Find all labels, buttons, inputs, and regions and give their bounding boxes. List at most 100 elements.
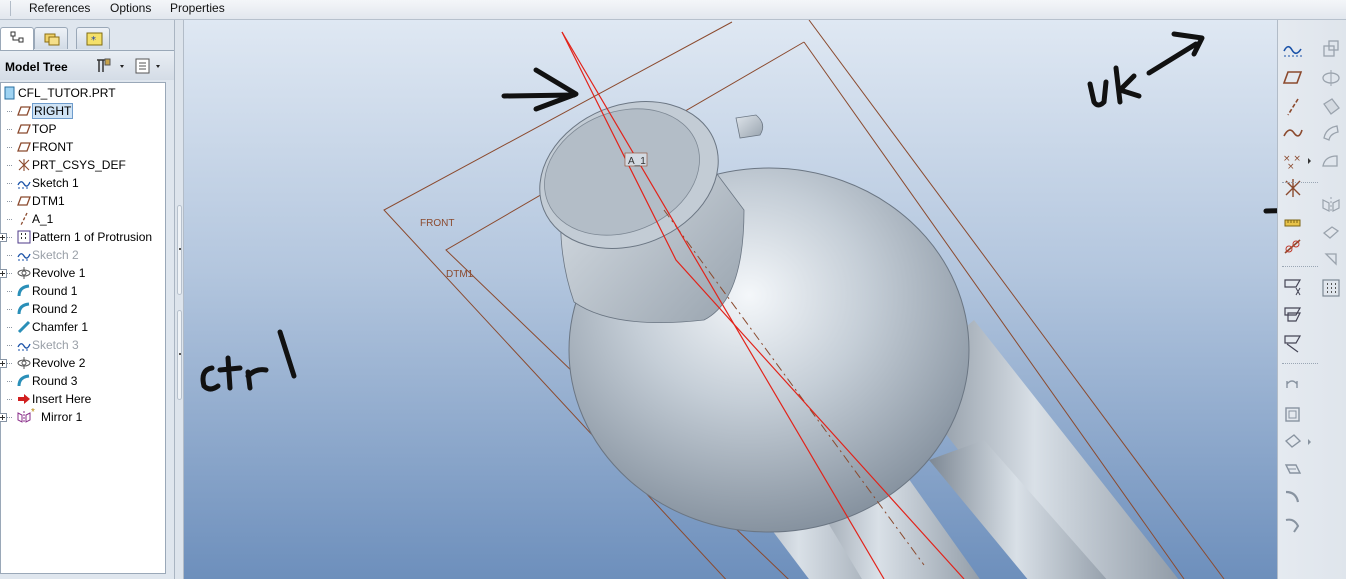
menu-references[interactable]: References <box>23 0 96 18</box>
revolve-tool-button[interactable] <box>1320 67 1342 89</box>
hand-note-ctrl <box>200 329 297 392</box>
boundary-button[interactable] <box>1320 221 1342 243</box>
copy-paste-icon <box>1284 279 1302 296</box>
menu-options[interactable]: Options <box>104 0 157 18</box>
datum-axis-tool-button[interactable] <box>1282 96 1304 118</box>
tree-connector <box>7 147 12 148</box>
trim-button[interactable] <box>1282 332 1304 354</box>
tree-item-revolve-2[interactable]: Revolve 2 <box>0 354 165 372</box>
tree-connector <box>7 237 12 238</box>
graphics-window[interactable]: FRONT DTM1 A_1 <box>184 20 1277 579</box>
tab-folder-browser[interactable] <box>34 27 68 49</box>
shell-icon <box>1323 125 1339 141</box>
tree-settings-icon <box>97 58 124 72</box>
splitter-grip[interactable] <box>177 310 182 400</box>
tree-item-prt-csys-def[interactable]: PRT_CSYS_DEF <box>1 156 165 174</box>
tree-item-dtm1[interactable]: DTM1 <box>1 192 165 210</box>
tree-item-round-1[interactable]: Round 1 <box>1 282 165 300</box>
feature-toolbar: × × × <box>1277 20 1346 579</box>
datum-plane-tool-button[interactable] <box>1282 67 1304 89</box>
offset-button[interactable] <box>1282 459 1304 481</box>
tree-item-sketch-2[interactable]: Sketch 2 <box>1 246 165 264</box>
chamfer-icon <box>17 320 31 334</box>
shell-button[interactable] <box>1320 122 1342 144</box>
axis-a1-label[interactable]: A_1 <box>628 156 646 167</box>
tree-item-chamfer-1[interactable]: Chamfer 1 <box>1 318 165 336</box>
extend-button[interactable] <box>1282 376 1304 398</box>
tree-item-round-3[interactable]: Round 3 <box>1 372 165 390</box>
dtm1-datum-label[interactable]: DTM1 <box>446 269 474 280</box>
copy-paste-button[interactable] <box>1282 276 1304 298</box>
tree-item-sketch-3[interactable]: Sketch 3 <box>1 336 165 354</box>
tree-item-top[interactable]: TOP <box>1 120 165 138</box>
tree-item-label: A_1 <box>32 212 54 226</box>
merge-button[interactable] <box>1282 304 1304 326</box>
hole-button[interactable] <box>1320 38 1342 60</box>
pattern-icon <box>17 230 31 244</box>
pattern-tool-button[interactable] <box>1320 277 1342 299</box>
menu-separator <box>10 1 11 16</box>
tree-item-a-1[interactable]: A_1 <box>1 210 165 228</box>
datum-plane-icon <box>17 122 31 136</box>
dashboard-menu-bar: References Options Properties <box>0 0 1346 20</box>
tree-item-pattern-1-of-protrusion[interactable]: Pattern 1 of Protrusion <box>0 228 165 246</box>
sketch-tool-button[interactable] <box>1282 38 1304 60</box>
tab-model-tree[interactable] <box>0 27 34 50</box>
tree-item-label: RIGHT <box>32 103 74 119</box>
nozzle[interactable] <box>735 114 764 139</box>
hole-icon <box>1323 40 1339 57</box>
tree-item-right[interactable]: RIGHT <box>1 102 165 120</box>
tree-item-front[interactable]: FRONT <box>1 138 165 156</box>
analysis-tool-button[interactable] <box>1282 208 1304 230</box>
part-icon <box>3 86 17 100</box>
thicken-button[interactable] <box>1282 486 1304 508</box>
expand-toggle-icon[interactable] <box>0 359 7 368</box>
model-view[interactable]: FRONT DTM1 A_1 <box>184 20 1277 579</box>
mirror-feature-button[interactable] <box>1320 194 1342 216</box>
navigator-splitter[interactable] <box>175 20 184 579</box>
insert-arrow-icon <box>17 392 31 406</box>
sketch-tool-icon <box>1283 45 1302 57</box>
tree-item-round-2[interactable]: Round 2 <box>1 300 165 318</box>
splitter-grip[interactable] <box>177 205 182 295</box>
tree-item-revolve-1[interactable]: Revolve 1 <box>0 264 165 282</box>
draft-button[interactable] <box>1282 514 1304 536</box>
folder-browser-icon <box>44 33 60 46</box>
rib-button[interactable] <box>1320 96 1342 118</box>
tree-connector <box>7 363 12 364</box>
tree-connector <box>7 327 12 328</box>
mirror-feature-icon <box>1322 197 1340 213</box>
sweep-button[interactable] <box>1320 150 1342 172</box>
expand-toggle-icon[interactable] <box>0 413 7 422</box>
front-datum-label[interactable]: FRONT <box>420 218 454 229</box>
expand-toggle-icon[interactable] <box>0 269 7 278</box>
csys-tool-button[interactable] <box>1282 177 1304 199</box>
datum-point-tool-button[interactable]: × × × <box>1282 150 1311 172</box>
tree-item-label: CFL_TUTOR.PRT <box>18 86 116 100</box>
sketch-icon <box>17 248 31 262</box>
toolbar-separator <box>1282 182 1318 183</box>
tree-item-sketch-1[interactable]: Sketch 1 <box>1 174 165 192</box>
tree-connector <box>7 345 12 346</box>
tree-item-label: Insert Here <box>32 392 92 406</box>
tree-connector <box>7 273 12 274</box>
tree-connector <box>7 201 12 202</box>
tree-item-insert-here[interactable]: Insert Here <box>1 390 165 408</box>
draft-feature-button[interactable] <box>1320 248 1342 270</box>
extend-icon <box>1286 380 1298 388</box>
datum-curve-tool-button[interactable] <box>1282 122 1304 144</box>
mirror-tool-button[interactable] <box>1282 404 1304 426</box>
datum-coordinate-button[interactable] <box>1282 236 1304 258</box>
solidify-button[interactable] <box>1282 431 1311 453</box>
tree-item-label: Sketch 3 <box>32 338 79 352</box>
expand-toggle-icon[interactable] <box>0 233 7 242</box>
tab-favorites[interactable]: * <box>76 27 110 49</box>
menu-properties[interactable]: Properties <box>164 0 231 18</box>
tree-item-mirror-1[interactable]: * Mirror 1 <box>0 407 165 426</box>
tree-item-cfl-tutor-prt[interactable]: CFL_TUTOR.PRT <box>1 84 165 102</box>
tree-settings-button[interactable] <box>94 56 126 76</box>
show-menu-button[interactable] <box>134 56 166 76</box>
hand-note-ok <box>1087 31 1205 108</box>
datum-plane-tool-icon <box>1282 71 1303 84</box>
rib-icon <box>1323 98 1340 115</box>
